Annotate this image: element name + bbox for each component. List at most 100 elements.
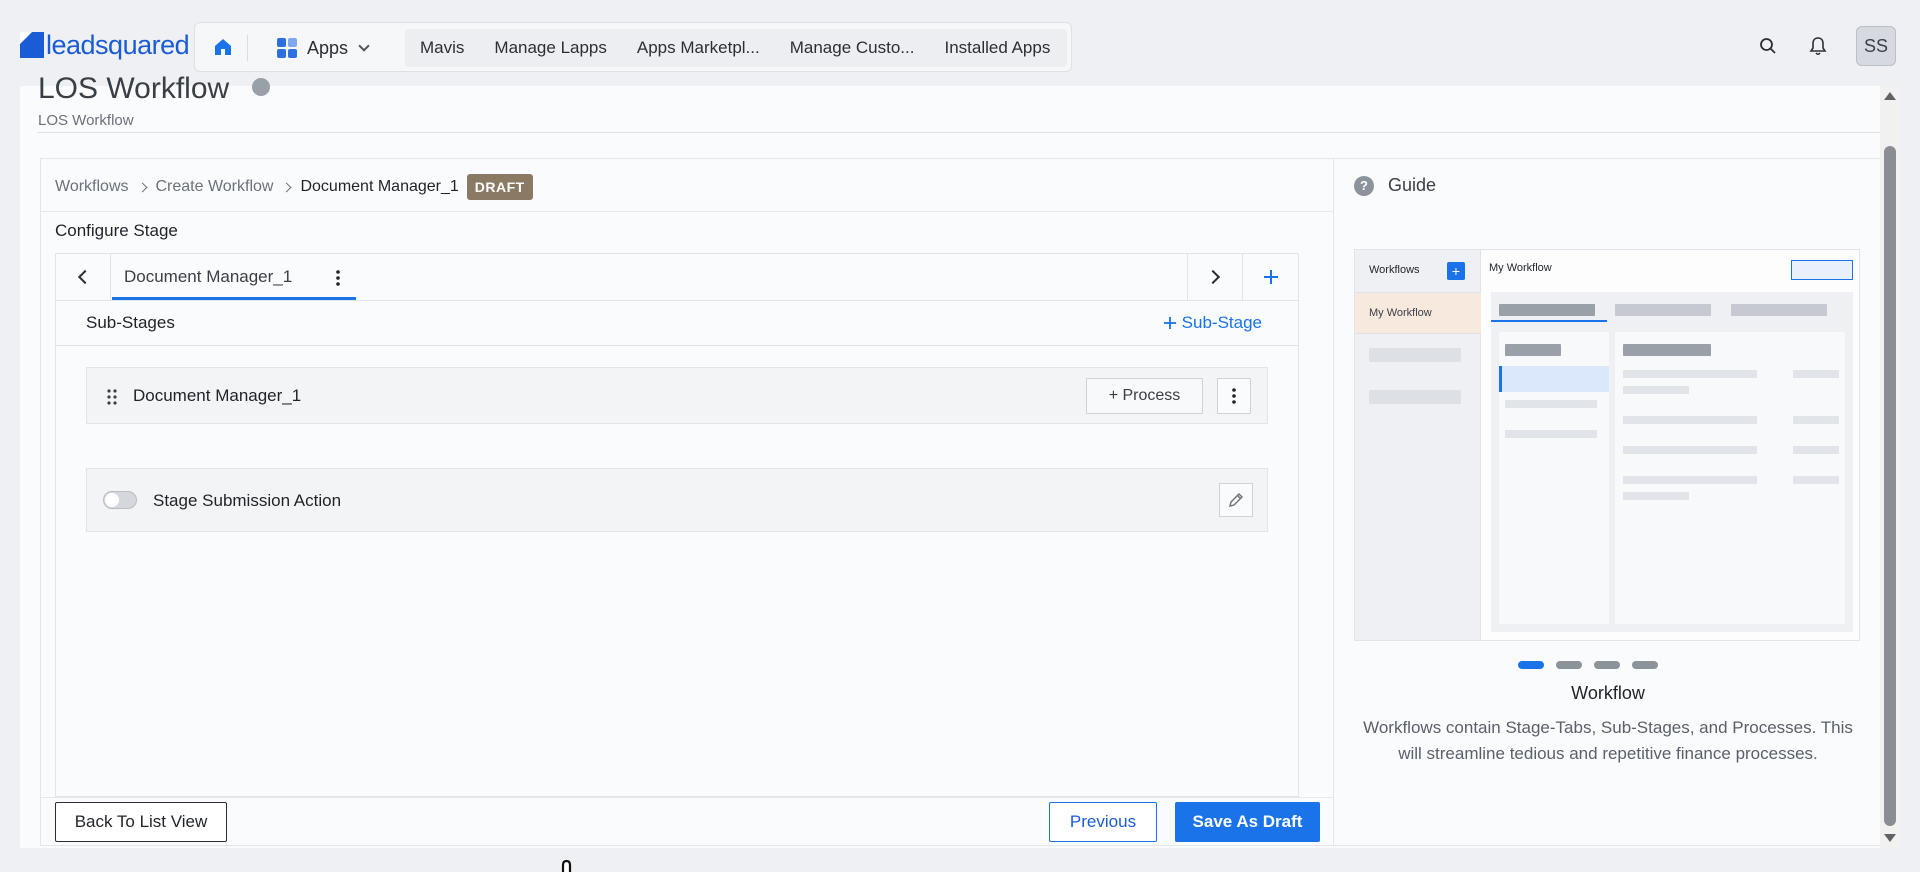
preview-skeleton bbox=[1793, 416, 1839, 424]
apps-dropdown[interactable]: Apps bbox=[277, 33, 370, 63]
carousel-dot-4[interactable] bbox=[1632, 661, 1658, 669]
add-substage-button[interactable]: Sub-Stage bbox=[1163, 313, 1262, 333]
user-avatar[interactable]: SS bbox=[1856, 26, 1896, 66]
top-nav: leadsquared Apps Mavis Manage Lapps Apps… bbox=[0, 0, 1920, 86]
nav-pill: Apps Mavis Manage Lapps Apps Marketpl...… bbox=[194, 22, 1072, 72]
status-badge: DRAFT bbox=[466, 174, 533, 200]
chevron-down-icon bbox=[358, 40, 370, 52]
stage-configuration: Document Manager_1 Sub-Stages Sub-Stage bbox=[55, 253, 1299, 797]
carousel-dot-3[interactable] bbox=[1594, 661, 1620, 669]
guide-caption: Workflow bbox=[1571, 683, 1645, 703]
add-tab-button[interactable] bbox=[1243, 254, 1298, 300]
chevron-left-icon bbox=[77, 269, 93, 285]
plus-icon bbox=[1263, 270, 1278, 284]
preview-main: My Workflow bbox=[1481, 250, 1859, 640]
carousel-dots bbox=[1518, 661, 1658, 669]
preview-skeleton bbox=[1499, 304, 1595, 316]
stage-tabs: Document Manager_1 bbox=[56, 254, 1298, 301]
add-process-button[interactable]: + Process bbox=[1086, 378, 1203, 414]
divider bbox=[41, 211, 1333, 212]
substages-header: Sub-Stages Sub-Stage bbox=[56, 301, 1298, 346]
carousel-dot-1[interactable] bbox=[1518, 661, 1544, 669]
nav-link-installed-apps[interactable]: Installed Apps bbox=[929, 38, 1065, 58]
page-scrollbar[interactable] bbox=[1880, 86, 1900, 848]
save-as-draft-button[interactable]: Save As Draft bbox=[1175, 802, 1320, 842]
tab-prev-button[interactable] bbox=[56, 254, 111, 300]
substage-menu-button[interactable] bbox=[1217, 378, 1251, 414]
carousel-dot-2[interactable] bbox=[1556, 661, 1582, 669]
workflow-editor-panel: Workflows Create Workflow Document Manag… bbox=[40, 158, 1334, 872]
back-to-list-button[interactable]: Back To List View bbox=[55, 802, 227, 842]
scroll-up-icon[interactable] bbox=[1884, 92, 1896, 100]
nav-link-manage-custom[interactable]: Manage Custo... bbox=[775, 38, 930, 58]
drag-handle-icon[interactable] bbox=[107, 388, 117, 406]
info-icon[interactable] bbox=[252, 78, 270, 96]
nav-divider bbox=[247, 35, 248, 61]
preview-skeleton bbox=[1623, 416, 1757, 424]
preview-skeleton bbox=[1731, 304, 1827, 316]
tab-label: Document Manager_1 bbox=[124, 267, 293, 286]
submission-toggle[interactable] bbox=[103, 491, 137, 509]
previous-button[interactable]: Previous bbox=[1049, 802, 1157, 842]
preview-skeleton bbox=[1623, 344, 1711, 356]
preview-main-title: My Workflow bbox=[1489, 262, 1552, 274]
plus-icon bbox=[1163, 317, 1176, 329]
preview-sidebar-title: Workflows bbox=[1369, 264, 1420, 276]
top-right-actions: SS bbox=[1756, 26, 1896, 66]
scroll-down-icon[interactable] bbox=[1884, 834, 1896, 842]
preview-skeleton bbox=[1369, 348, 1461, 362]
section-title: Configure Stage bbox=[55, 221, 178, 240]
page-subtitle: LOS Workflow bbox=[38, 112, 134, 129]
breadcrumb-current: Document Manager_1 bbox=[300, 178, 459, 195]
scroll-thumb[interactable] bbox=[1884, 146, 1896, 826]
breadcrumb-create-workflow[interactable]: Create Workflow bbox=[156, 178, 274, 196]
preview-skeleton bbox=[1623, 446, 1757, 454]
divider bbox=[38, 132, 1880, 133]
substage-row: Document Manager_1 + Process bbox=[86, 367, 1268, 424]
divider bbox=[41, 797, 1333, 798]
apps-grid-icon bbox=[277, 38, 297, 58]
apps-label: Apps bbox=[307, 37, 349, 58]
chevron-right-icon bbox=[282, 182, 292, 192]
submission-label: Stage Submission Action bbox=[153, 491, 342, 510]
preview-skeleton bbox=[1623, 386, 1689, 394]
plus-icon: + bbox=[1447, 262, 1465, 280]
search-icon[interactable] bbox=[1756, 34, 1780, 58]
preview-skeleton bbox=[1793, 476, 1839, 484]
guide-description: Workflows contain Stage-Tabs, Sub-Stages… bbox=[1363, 718, 1853, 763]
preview-skeleton bbox=[1623, 476, 1757, 484]
preview-skeleton bbox=[1505, 400, 1597, 408]
preview-skeleton bbox=[1615, 304, 1711, 316]
breadcrumb-workflows[interactable]: Workflows bbox=[55, 178, 129, 196]
guide-title: Guide bbox=[1388, 175, 1437, 195]
tab-document-manager[interactable]: Document Manager_1 bbox=[112, 254, 356, 300]
leadsquared-logo[interactable]: leadsquared bbox=[20, 29, 190, 60]
more-vertical-icon bbox=[1232, 388, 1236, 404]
preview-skeleton bbox=[1623, 492, 1689, 500]
logo-text: leadsquared bbox=[46, 29, 190, 60]
preview-skeleton bbox=[1623, 370, 1757, 378]
preview-selected-row bbox=[1499, 366, 1609, 392]
edit-submission-button[interactable] bbox=[1219, 483, 1253, 517]
nav-link-mavis[interactable]: Mavis bbox=[405, 38, 479, 58]
preview-skeleton bbox=[1505, 430, 1597, 438]
page-content: LOS Workflow LOS Workflow Workflows Crea… bbox=[20, 72, 1884, 872]
preview-skeleton bbox=[1369, 390, 1461, 404]
more-vertical-icon[interactable] bbox=[336, 270, 340, 286]
preview-tab-indicator bbox=[1491, 320, 1607, 322]
preview-button bbox=[1791, 260, 1853, 280]
tab-next-button[interactable] bbox=[1187, 254, 1243, 300]
bell-icon[interactable] bbox=[1806, 34, 1830, 58]
preview-content bbox=[1491, 292, 1853, 632]
chevron-right-icon bbox=[137, 182, 147, 192]
guide-header: ? Guide bbox=[1354, 175, 1436, 196]
nav-link-apps-marketplace[interactable]: Apps Marketpl... bbox=[622, 38, 775, 58]
guide-preview-image: Workflows + My Workflow My Workflow bbox=[1354, 249, 1860, 641]
nav-link-manage-lapps[interactable]: Manage Lapps bbox=[479, 38, 621, 58]
preview-skeleton bbox=[1793, 446, 1839, 454]
preview-selected-label: My Workflow bbox=[1369, 307, 1432, 319]
breadcrumb: Workflows Create Workflow Document Manag… bbox=[55, 173, 533, 201]
home-icon[interactable] bbox=[211, 35, 235, 59]
substages-title: Sub-Stages bbox=[86, 313, 175, 332]
logo-mark-icon bbox=[20, 32, 44, 58]
